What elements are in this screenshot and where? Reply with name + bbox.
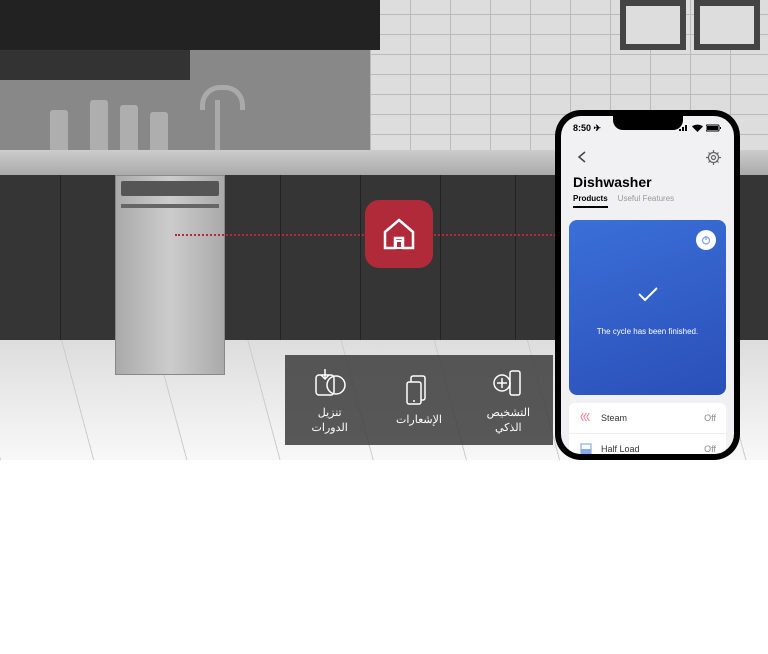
thinq-app-icon (365, 200, 433, 268)
option-label: Half Load (601, 444, 696, 454)
tabs: Products Useful Features (573, 194, 722, 208)
feature-label: التشخيص الذكي (487, 406, 530, 435)
feature-label: تنزيل الدورات (312, 406, 348, 435)
feature-smart-diagnosis: التشخيص الذكي (464, 355, 553, 445)
status-time: 8:50 ✈ (573, 123, 601, 134)
phone-notch (613, 116, 683, 130)
settings-button[interactable] (704, 148, 722, 166)
wifi-icon (692, 124, 703, 132)
faucet (200, 85, 235, 150)
shelf-lower (0, 50, 190, 80)
kitchen-scene: تنزيل الدورات الإشعارات التشخيص الذكي (0, 0, 768, 460)
battery-icon (706, 124, 722, 132)
page-title: Dishwasher (573, 174, 722, 190)
phone-screen: 8:50 ✈ Dishwasher Products (561, 116, 734, 454)
option-value: Off (704, 444, 716, 454)
back-button[interactable] (573, 148, 591, 166)
option-list: Steam Off Half Load Off (569, 403, 726, 454)
feature-cycle-download: تنزيل الدورات (285, 355, 374, 445)
tab-products[interactable]: Products (573, 194, 608, 208)
smart-diagnosis-icon (490, 365, 526, 401)
arrow-left-icon (575, 150, 589, 164)
wall-frames (620, 0, 760, 50)
phone-mockup: 8:50 ✈ Dishwasher Products (555, 110, 740, 460)
status-icons (679, 124, 722, 132)
option-value: Off (704, 413, 716, 423)
dishwasher-appliance (115, 175, 225, 375)
gear-icon (706, 150, 721, 165)
power-button[interactable] (696, 230, 716, 250)
option-steam[interactable]: Steam Off (569, 403, 726, 434)
feature-bar: تنزيل الدورات الإشعارات التشخيص الذكي (285, 355, 553, 445)
notifications-icon (401, 372, 437, 408)
option-label: Steam (601, 413, 696, 423)
tab-useful-features[interactable]: Useful Features (618, 194, 674, 208)
half-load-icon (579, 442, 593, 454)
app-header (561, 140, 734, 174)
power-icon (701, 235, 711, 245)
cycle-download-icon (312, 365, 348, 401)
shelf-upper (0, 0, 380, 50)
option-half-load[interactable]: Half Load Off (569, 434, 726, 454)
feature-label: الإشعارات (396, 413, 442, 427)
status-card: The cycle has been finished. (569, 220, 726, 395)
status-message: The cycle has been finished. (597, 327, 698, 336)
checkmark-icon (633, 279, 663, 309)
app-title-area: Dishwasher Products Useful Features (561, 174, 734, 214)
steam-icon (579, 411, 593, 425)
home-icon (379, 214, 419, 254)
feature-notifications: الإشعارات (374, 355, 463, 445)
